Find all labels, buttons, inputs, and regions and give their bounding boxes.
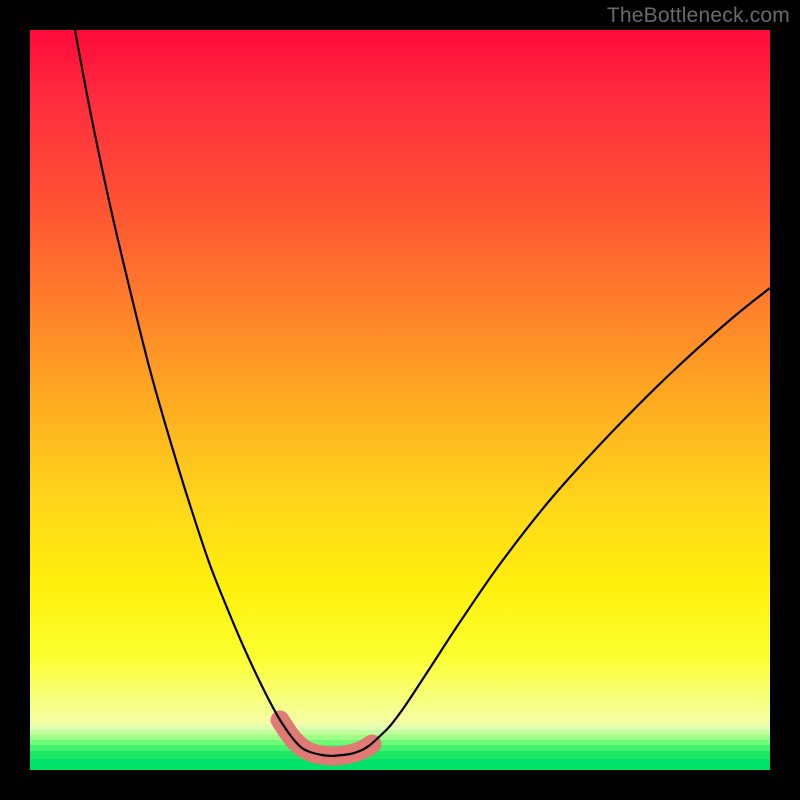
right-curve xyxy=(332,288,770,756)
chart-frame xyxy=(30,30,770,770)
watermark-text: TheBottleneck.com xyxy=(607,4,790,28)
chart-curves xyxy=(30,30,770,770)
left-curve xyxy=(75,30,332,756)
